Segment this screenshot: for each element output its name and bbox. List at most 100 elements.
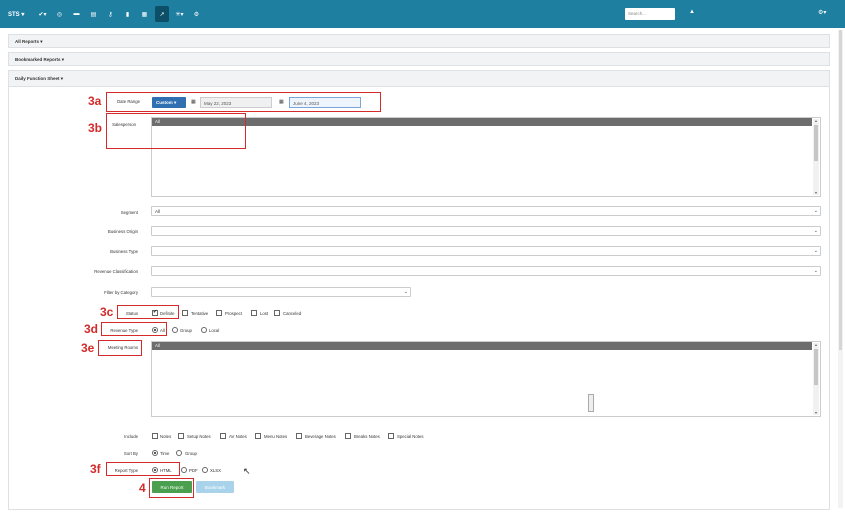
chevron-down-icon: ⌄ (813, 208, 818, 214)
include-beverage-notes-checkbox[interactable] (296, 433, 302, 439)
daily-function-sheet-header[interactable]: Daily Function Sheet ▾ (9, 71, 829, 87)
bookmarked-reports-panel[interactable]: Bookmarked Reports ▾ (8, 52, 830, 66)
scroll-up-icon[interactable]: ▲ (813, 343, 819, 347)
filter-by-category-select[interactable]: ⌄ (151, 287, 411, 297)
status-lost-label: Lost (260, 311, 269, 316)
scroll-up-icon[interactable]: ▲ (813, 119, 819, 123)
annotation-box-3c (117, 305, 179, 319)
status-tentative-checkbox[interactable] (182, 310, 188, 316)
globe-icon[interactable]: ◎ (51, 0, 68, 28)
include-special-notes-label: Special Notes (397, 434, 424, 439)
settings-icon[interactable]: ⚙ (188, 0, 205, 28)
resize-handle-icon[interactable] (588, 394, 594, 412)
brand-menu[interactable]: STS ▾ (8, 11, 34, 18)
segment-select[interactable]: All ⌄ (151, 206, 821, 216)
all-reports-panel[interactable]: All Reports ▾ (8, 34, 830, 48)
business-type-label: Business Type (110, 249, 138, 254)
meeting-rooms-option-all[interactable]: All (152, 342, 812, 350)
revenue-classification-select[interactable]: ⌄ (151, 266, 821, 276)
include-special-notes-checkbox[interactable] (388, 433, 394, 439)
include-av-notes-label: AV Notes (229, 434, 247, 439)
chart-icon[interactable]: ↗ (155, 6, 169, 22)
business-origin-select[interactable]: ⌄ (151, 226, 821, 236)
include-label: Include (124, 434, 138, 439)
scroll-down-icon[interactable]: ▼ (813, 411, 819, 415)
segment-value: All (155, 209, 161, 214)
scroll-down-icon[interactable]: ▼ (813, 191, 819, 195)
meeting-rooms-scrollbar[interactable]: ▲ ▼ (813, 343, 819, 415)
annotation-label-3d: 3d (84, 322, 99, 336)
filter-by-category-label: Filter by Category (104, 290, 138, 295)
inbox-icon[interactable]: ▤ (85, 0, 102, 28)
include-breaks-notes-checkbox[interactable] (345, 433, 351, 439)
annotation-box-3d (101, 322, 167, 336)
chevron-down-icon: ⌄ (813, 248, 818, 254)
annotation-box-3e (98, 340, 142, 356)
bookmark-icon[interactable]: ▮ (119, 0, 136, 28)
annotation-box-3f (106, 462, 180, 476)
business-origin-label: Business Origin (107, 229, 138, 234)
annotation-box-4 (149, 478, 194, 498)
sort-by-time-label: Time (160, 451, 170, 456)
include-beverage-notes-label: Beverage Notes (305, 434, 336, 439)
page-scrollbar[interactable] (838, 30, 843, 508)
bookmark-button[interactable]: Bookmark (196, 481, 234, 493)
chevron-down-icon: ⌄ (813, 268, 818, 274)
annotation-box-3a (106, 92, 381, 112)
gear-icon[interactable]: ⚙▾ (818, 9, 826, 16)
report-type-pdf-radio[interactable] (181, 467, 187, 473)
mouse-cursor-icon: ↖ (243, 466, 251, 476)
page-scrollbar-thumb[interactable] (839, 30, 842, 350)
status-prospect-label: Prospect (225, 311, 242, 316)
folder-icon[interactable]: ▬ (68, 0, 85, 28)
nav-icon-bar: ✔▾ ◎ ▬ ▤ ⚷ ▮ ▦ ↗ ✳▾ ⚙ (34, 0, 205, 28)
annotation-label-3f: 3f (90, 462, 101, 476)
revenue-classification-label: Revenue Classification (94, 269, 138, 274)
chevron-down-icon: ⌄ (403, 289, 408, 295)
revenue-type-local-radio[interactable] (201, 327, 207, 333)
user-icon[interactable]: ▲ (689, 9, 695, 15)
include-setup-notes-label: Setup Notes (187, 434, 211, 439)
include-menu-notes-checkbox[interactable] (255, 433, 261, 439)
calendar-icon[interactable]: ▦ (136, 0, 153, 28)
check-icon[interactable]: ✔▾ (34, 0, 51, 28)
annotation-label-4: 4 (139, 481, 146, 495)
sort-by-label: Sort By (123, 451, 138, 456)
status-canceled-label: Canceled (283, 311, 302, 316)
salesperson-option-all[interactable]: All (152, 118, 812, 126)
status-tentative-label: Tentative (191, 311, 209, 316)
salesperson-listbox[interactable]: All ▲ ▼ (151, 117, 821, 197)
meeting-rooms-listbox[interactable]: All ▲ ▼ (151, 341, 821, 417)
annotation-label-3a: 3a (88, 94, 102, 108)
annotation-label-3e: 3e (81, 341, 95, 355)
include-av-notes-checkbox[interactable] (220, 433, 226, 439)
sort-by-group-radio[interactable] (176, 450, 182, 456)
annotation-label-3b: 3b (88, 121, 103, 135)
salesperson-scrollbar[interactable]: ▲ ▼ (813, 119, 819, 195)
key-icon[interactable]: ⚷ (102, 0, 119, 28)
revenue-type-group-radio[interactable] (172, 327, 178, 333)
include-menu-notes-label: Menu Notes (264, 434, 288, 439)
sort-by-time-radio[interactable] (152, 450, 158, 456)
search-input[interactable]: Search... (625, 8, 675, 20)
business-type-select[interactable]: ⌄ (151, 246, 821, 256)
include-breaks-notes-label: Breaks Notes (354, 434, 380, 439)
status-canceled-checkbox[interactable] (274, 310, 280, 316)
chevron-down-icon: ⌄ (813, 228, 818, 234)
include-setup-notes-checkbox[interactable] (178, 433, 184, 439)
report-type-pdf-label: PDF (189, 468, 198, 473)
status-prospect-checkbox[interactable] (216, 310, 222, 316)
top-navbar: STS ▾ ✔▾ ◎ ▬ ▤ ⚷ ▮ ▦ ↗ ✳▾ ⚙ Search... ▲ … (0, 0, 845, 28)
scrollbar-thumb[interactable] (814, 349, 818, 385)
revenue-type-local-label: Local (209, 328, 220, 333)
sort-by-group-label: Group (185, 451, 197, 456)
report-type-xlsx-radio[interactable] (202, 467, 208, 473)
status-lost-checkbox[interactable] (251, 310, 257, 316)
include-notes-checkbox[interactable] (152, 433, 158, 439)
annotation-box-3b (106, 113, 246, 149)
annotation-label-3c: 3c (100, 305, 114, 319)
include-notes-label: Notes (160, 434, 172, 439)
report-type-xlsx-label: XLSX (210, 468, 221, 473)
user-plus-icon[interactable]: ✳▾ (171, 0, 188, 28)
scrollbar-thumb[interactable] (814, 125, 818, 161)
